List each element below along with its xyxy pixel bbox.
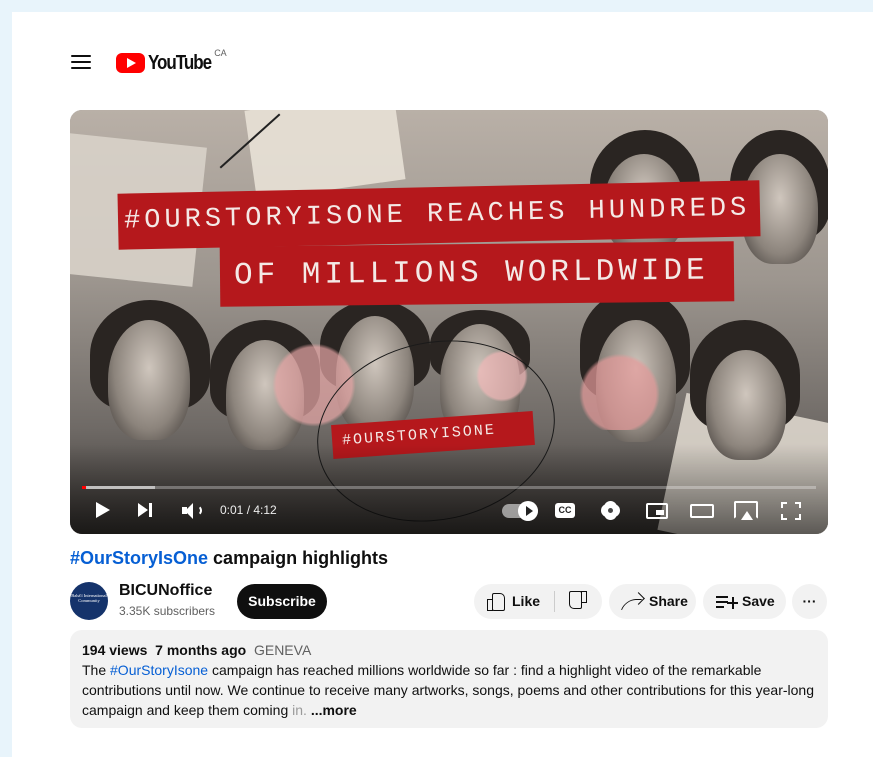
save-playlist-icon (716, 595, 738, 609)
cc-icon[interactable]: CC (555, 503, 575, 518)
youtube-play-icon (116, 53, 145, 73)
view-count: 194 views (82, 642, 148, 658)
channel-row: Bahá'í International Community BICUNoffi… (70, 582, 828, 622)
upload-age: 7 months ago (155, 642, 247, 658)
save-label: Save (742, 593, 775, 609)
like-dislike-group: Like (474, 584, 602, 619)
progress-buffered (82, 486, 156, 489)
video-player[interactable]: #OURSTORYISONE REACHES HUNDREDS OF MILLI… (70, 110, 828, 534)
like-label: Like (512, 593, 541, 609)
thumbs-down-icon (569, 593, 587, 609)
subscriber-count: 3.35K subscribers (119, 604, 216, 618)
region-code: CA (214, 48, 227, 58)
avatar[interactable]: Bahá'í International Community (70, 582, 108, 620)
youtube-logo[interactable]: YouTube CA (116, 48, 227, 75)
logo-text: YouTube (148, 52, 212, 74)
more-dots-icon[interactable]: ··· (792, 584, 827, 619)
miniplayer-icon[interactable] (646, 503, 668, 519)
description-text: The #OurStoryIsone campaign has reached … (82, 662, 815, 718)
video-meta: 194 views 7 months ago GENEVA (82, 640, 816, 660)
share-button[interactable]: Share (609, 584, 696, 619)
play-icon[interactable] (96, 502, 110, 518)
show-more-link[interactable]: ...more (311, 702, 357, 718)
page: YouTube CA #OURSTORYISONE REACHES HUNDRE… (12, 12, 873, 757)
airplay-icon[interactable] (734, 501, 758, 520)
video-title: #OurStoryIsOne campaign highlights (70, 548, 388, 569)
banner-headline-2: OF MILLIONS WORLDWIDE (219, 241, 735, 307)
menu-icon[interactable] (70, 52, 92, 72)
masthead: YouTube CA (12, 46, 873, 78)
autoplay-toggle[interactable] (502, 501, 538, 521)
time-display: 0:01 / 4:12 (220, 503, 277, 517)
title-text: campaign highlights (208, 548, 389, 568)
settings-gear-icon[interactable] (601, 501, 620, 520)
description-hashtag-link[interactable]: #OurStoryIsone (110, 662, 208, 678)
subscribe-button[interactable]: Subscribe (237, 584, 327, 619)
dislike-button[interactable] (555, 584, 602, 619)
location: GENEVA (253, 642, 312, 658)
fullscreen-icon[interactable] (781, 502, 801, 520)
progress-played (82, 486, 86, 489)
save-button[interactable]: Save (703, 584, 786, 619)
progress-bar[interactable] (82, 486, 816, 489)
volume-icon[interactable] (182, 502, 204, 520)
thumbs-up-icon (487, 593, 505, 611)
controls-gradient (70, 444, 828, 534)
faded-text: in. (292, 702, 307, 718)
title-hashtag-link[interactable]: #OurStoryIsOne (70, 548, 208, 568)
next-icon[interactable] (138, 503, 154, 518)
like-button[interactable]: Like (474, 584, 554, 619)
theater-mode-icon[interactable] (690, 504, 714, 518)
channel-name[interactable]: BICUNoffice (119, 582, 212, 600)
share-label: Share (649, 593, 688, 609)
share-arrow-icon (623, 595, 643, 609)
description-box[interactable]: 194 views 7 months ago GENEVA The #OurSt… (70, 630, 828, 728)
